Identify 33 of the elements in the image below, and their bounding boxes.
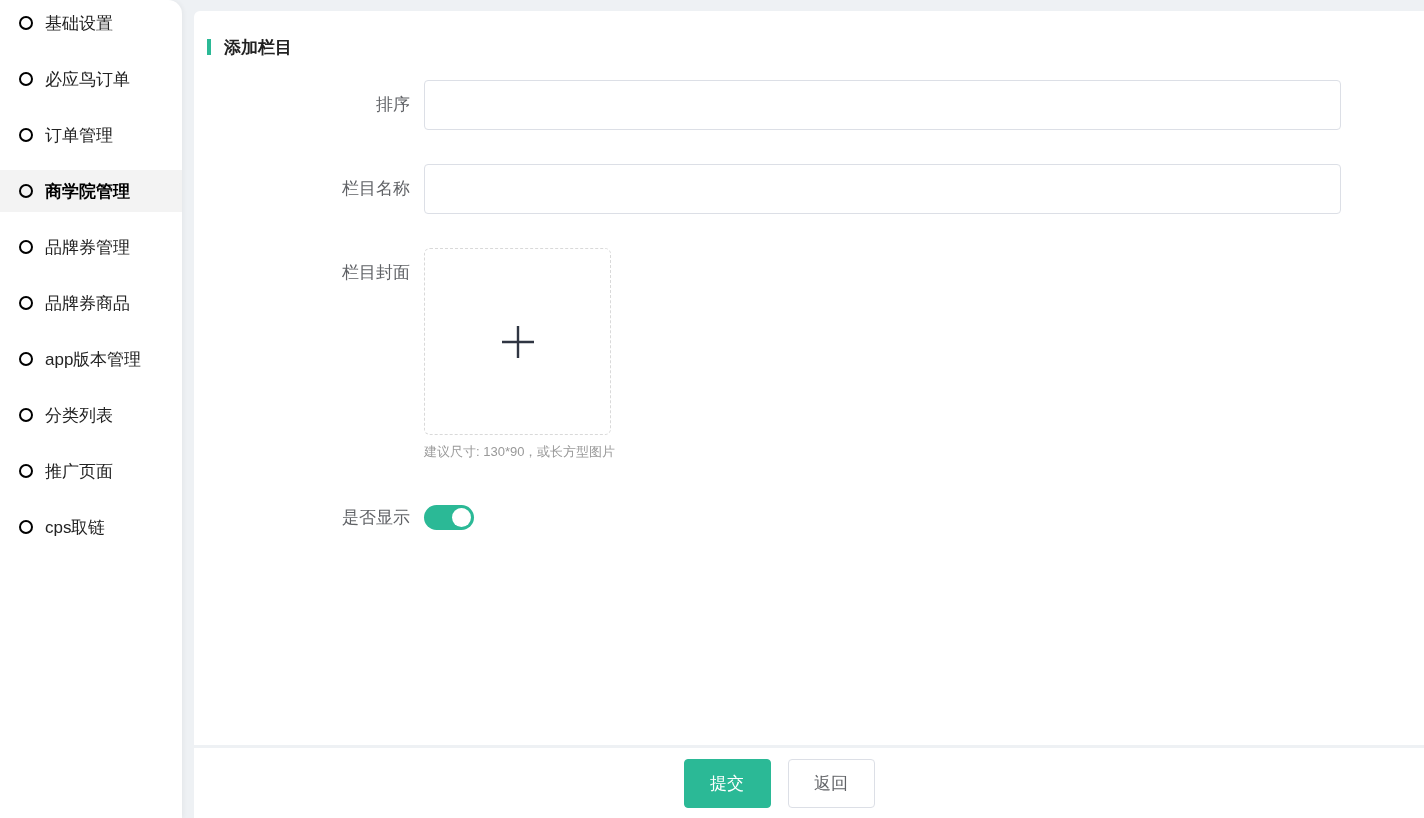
- back-button[interactable]: 返回: [787, 758, 875, 808]
- plus-icon: [500, 324, 535, 359]
- sidebar-item[interactable]: cps取链: [0, 506, 182, 548]
- field-label: 栏目名称: [341, 178, 411, 200]
- sidebar-item[interactable]: 推广页面: [0, 450, 182, 492]
- sidebar-item[interactable]: 订单管理: [0, 114, 182, 156]
- input-field[interactable]: [424, 164, 1341, 214]
- section-title: 添加栏目: [224, 36, 292, 59]
- circle-icon: [19, 240, 33, 254]
- toggle-switch[interactable]: [424, 505, 474, 530]
- circle-icon: [19, 520, 33, 534]
- field-label: 栏目封面: [341, 262, 411, 284]
- input-field[interactable]: [424, 80, 1341, 130]
- title-accent-bar: [207, 39, 211, 55]
- sidebar-item[interactable]: app版本管理: [0, 338, 182, 380]
- sidebar-item[interactable]: 商学院管理: [0, 170, 182, 212]
- sidebar-item[interactable]: 必应鸟订单: [0, 58, 182, 100]
- circle-icon: [19, 464, 33, 478]
- sidebar-item[interactable]: 分类列表: [0, 394, 182, 436]
- image-upload-button[interactable]: [424, 248, 611, 435]
- circle-icon: [19, 72, 33, 86]
- circle-icon: [19, 16, 33, 30]
- field-label: 是否显示: [341, 507, 411, 529]
- circle-icon: [19, 184, 33, 198]
- circle-icon: [19, 296, 33, 310]
- sidebar-item[interactable]: 品牌券管理: [0, 226, 182, 268]
- sidebar-item[interactable]: 基础设置: [0, 2, 182, 44]
- circle-icon: [19, 352, 33, 366]
- circle-icon: [19, 408, 33, 422]
- circle-icon: [19, 128, 33, 142]
- sidebar-item[interactable]: 品牌券商品: [0, 282, 182, 324]
- upload-hint: 建议尺寸: 130*90，或长方型图片: [424, 443, 616, 461]
- field-label: 排序: [375, 94, 411, 116]
